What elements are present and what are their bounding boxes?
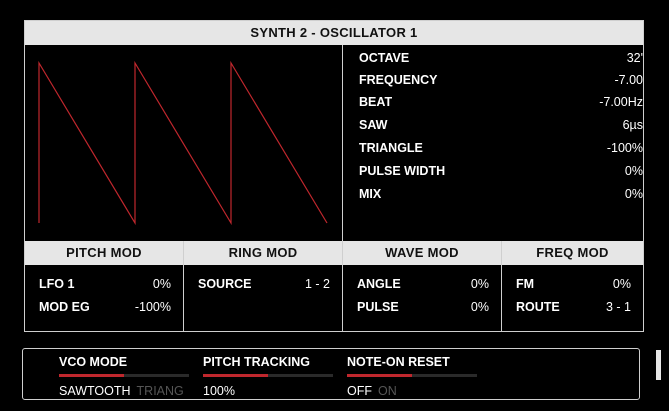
slider-fill bbox=[203, 374, 268, 377]
param-frequency[interactable]: FREQUENCY -7.00 bbox=[359, 73, 643, 93]
pitch-tracking-label: PITCH TRACKING bbox=[203, 355, 310, 369]
vco-mode-value[interactable]: SAWTOOTH bbox=[59, 384, 131, 398]
vco-mode-control[interactable]: VCO MODE SAWTOOTH TRIANG bbox=[59, 355, 199, 398]
oscillator-panel: SYNTH 2 - OSCILLATOR 1 OCTAVE 32' FREQUE… bbox=[24, 20, 644, 332]
param-label: OCTAVE bbox=[359, 51, 410, 65]
waveform-svg bbox=[38, 60, 328, 226]
param-value[interactable]: -7.00 bbox=[615, 73, 644, 87]
mod-label: SOURCE bbox=[198, 277, 252, 291]
vco-mode-option-triangle[interactable]: TRIANG bbox=[137, 384, 184, 398]
param-label: FREQUENCY bbox=[359, 73, 438, 87]
scrollbar-thumb[interactable] bbox=[656, 350, 661, 380]
param-triangle[interactable]: TRIANGLE -100% bbox=[359, 141, 643, 161]
mod-value[interactable]: 3 - 1 bbox=[606, 300, 631, 314]
wave-mod-header: WAVE MOD bbox=[343, 241, 501, 265]
mod-value[interactable]: 1 - 2 bbox=[305, 277, 330, 291]
freq-mod-section: FM 0% ROUTE 3 - 1 bbox=[502, 265, 643, 331]
slider-fill bbox=[59, 374, 124, 377]
vco-mode-label: VCO MODE bbox=[59, 355, 128, 369]
freq-mod-header: FREQ MOD bbox=[502, 241, 643, 265]
mod-row-route[interactable]: ROUTE 3 - 1 bbox=[516, 300, 631, 320]
mod-row-source[interactable]: SOURCE 1 - 2 bbox=[198, 277, 330, 297]
note-on-reset-control[interactable]: NOTE-ON RESET OFF ON bbox=[347, 355, 487, 398]
param-label: BEAT bbox=[359, 95, 393, 109]
ring-mod-section: SOURCE 1 - 2 bbox=[184, 265, 342, 331]
mod-value[interactable]: 0% bbox=[153, 277, 171, 291]
mod-row-angle[interactable]: ANGLE 0% bbox=[357, 277, 489, 297]
param-label: PULSE WIDTH bbox=[359, 164, 446, 178]
mod-label: ANGLE bbox=[357, 277, 401, 291]
param-value[interactable]: -7.00Hz bbox=[599, 95, 643, 109]
param-label: MIX bbox=[359, 187, 382, 201]
mod-row-mod-eg[interactable]: MOD EG -100% bbox=[39, 300, 171, 320]
mod-row-pulse[interactable]: PULSE 0% bbox=[357, 300, 489, 320]
pitch-mod-section: LFO 1 0% MOD EG -100% bbox=[25, 265, 183, 331]
param-label: SAW bbox=[359, 118, 388, 132]
mod-label: MOD EG bbox=[39, 300, 90, 314]
bottom-controls: VCO MODE SAWTOOTH TRIANG PITCH TRACKING 1… bbox=[22, 348, 640, 400]
pitch-tracking-slider[interactable] bbox=[203, 374, 333, 377]
note-on-reset-value[interactable]: OFF bbox=[347, 384, 372, 398]
mod-value[interactable]: 0% bbox=[613, 277, 631, 291]
wave-mod-section: ANGLE 0% PULSE 0% bbox=[343, 265, 501, 331]
waveform-display bbox=[25, 45, 343, 261]
note-on-reset-label: NOTE-ON RESET bbox=[347, 355, 450, 369]
mod-label: FM bbox=[516, 277, 535, 291]
param-pulse-width[interactable]: PULSE WIDTH 0% bbox=[359, 164, 643, 184]
note-on-reset-option-on[interactable]: ON bbox=[378, 384, 397, 398]
vco-mode-slider[interactable] bbox=[59, 374, 189, 377]
param-value[interactable]: 0% bbox=[625, 187, 643, 201]
mod-value[interactable]: -100% bbox=[135, 300, 171, 314]
mod-value[interactable]: 0% bbox=[471, 277, 489, 291]
mod-label: PULSE bbox=[357, 300, 399, 314]
mod-row-lfo1[interactable]: LFO 1 0% bbox=[39, 277, 171, 297]
param-saw[interactable]: SAW 6µs bbox=[359, 118, 643, 138]
param-value[interactable]: -100% bbox=[607, 141, 643, 155]
pitch-tracking-value[interactable]: 100% bbox=[203, 384, 235, 398]
param-mix[interactable]: MIX 0% bbox=[359, 187, 643, 207]
mod-row-fm[interactable]: FM 0% bbox=[516, 277, 631, 297]
param-beat[interactable]: BEAT -7.00Hz bbox=[359, 95, 643, 115]
param-octave[interactable]: OCTAVE 32' bbox=[359, 51, 643, 71]
mod-label: ROUTE bbox=[516, 300, 560, 314]
param-value[interactable]: 0% bbox=[625, 164, 643, 178]
mod-label: LFO 1 bbox=[39, 277, 75, 291]
sawtooth-waveform bbox=[38, 60, 328, 226]
ring-mod-header: RING MOD bbox=[184, 241, 342, 265]
param-label: TRIANGLE bbox=[359, 141, 423, 155]
slider-fill bbox=[347, 374, 412, 377]
panel-title: SYNTH 2 - OSCILLATOR 1 bbox=[25, 21, 643, 45]
param-value[interactable]: 32' bbox=[627, 51, 643, 65]
pitch-tracking-control[interactable]: PITCH TRACKING 100% bbox=[203, 355, 343, 398]
note-on-reset-slider[interactable] bbox=[347, 374, 477, 377]
mod-value[interactable]: 0% bbox=[471, 300, 489, 314]
pitch-mod-header: PITCH MOD bbox=[25, 241, 183, 265]
param-value[interactable]: 6µs bbox=[623, 118, 643, 132]
